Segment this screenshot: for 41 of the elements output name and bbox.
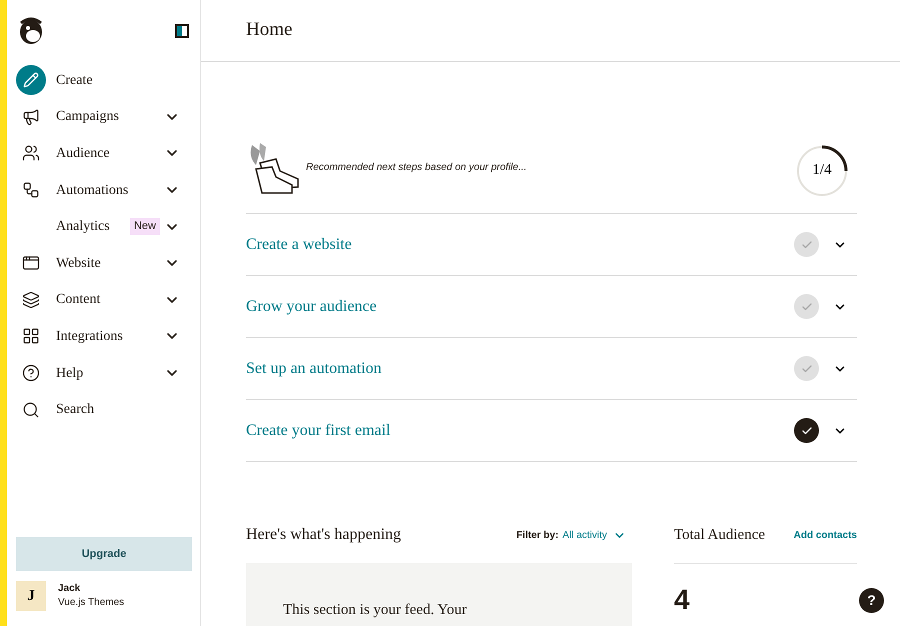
step-row[interactable]: Create your first email <box>246 400 857 462</box>
audience-title: Total Audience <box>674 526 766 545</box>
help-button[interactable]: ? <box>859 588 884 613</box>
add-contacts-link[interactable]: Add contacts <box>794 528 857 542</box>
step-row[interactable]: Create a website <box>246 214 857 276</box>
sidebar-item[interactable]: Audience <box>16 135 192 172</box>
progress-ring <box>795 144 849 198</box>
step-row[interactable]: Grow your audience <box>246 276 857 338</box>
layers-icon <box>22 290 40 309</box>
sidebar-item[interactable]: Help <box>16 354 192 392</box>
step-row[interactable]: Set up an automation <box>246 338 857 400</box>
create-icon <box>16 65 46 96</box>
people-icon <box>22 144 40 162</box>
feed-text: This section is your feed. Your <box>283 601 468 620</box>
filter-label: Filter by: <box>516 528 559 542</box>
user-name: Jack <box>58 582 82 596</box>
avatar: J <box>16 581 46 611</box>
feed-title: Here's what's happening <box>246 525 402 545</box>
workflow-icon <box>22 181 40 200</box>
progress-count: 1/4 <box>812 161 832 180</box>
organization-name: Vue.js Themes <box>58 596 124 610</box>
new-badge: New <box>130 218 160 235</box>
sidebar-item[interactable]: Automations <box>16 172 192 208</box>
sidebar-item[interactable]: Create <box>16 62 192 99</box>
sidebar-item[interactable]: Content <box>16 282 192 318</box>
sidebar-item[interactable]: Search <box>16 391 192 428</box>
upgrade-button[interactable]: Upgrade <box>16 537 192 571</box>
sidebar-item[interactable]: Analytics New <box>16 208 192 245</box>
help-icon <box>22 364 40 382</box>
recommendation-intro: Recommended next steps based on your profile... <box>306 161 527 175</box>
sidebar-item[interactable]: Campaigns <box>16 98 192 136</box>
sidebar-item[interactable]: Website <box>16 244 192 282</box>
window-icon <box>22 254 40 272</box>
grid-icon <box>22 327 40 346</box>
filter-dropdown[interactable]: All activity <box>562 528 626 542</box>
sidebar-item[interactable]: Integrations <box>16 318 192 355</box>
search-icon <box>22 400 40 419</box>
panel-toggle-icon[interactable] <box>175 24 189 38</box>
audience-count: 4 <box>674 586 691 614</box>
megaphone-icon <box>22 108 40 126</box>
page-title: Home <box>246 18 292 42</box>
